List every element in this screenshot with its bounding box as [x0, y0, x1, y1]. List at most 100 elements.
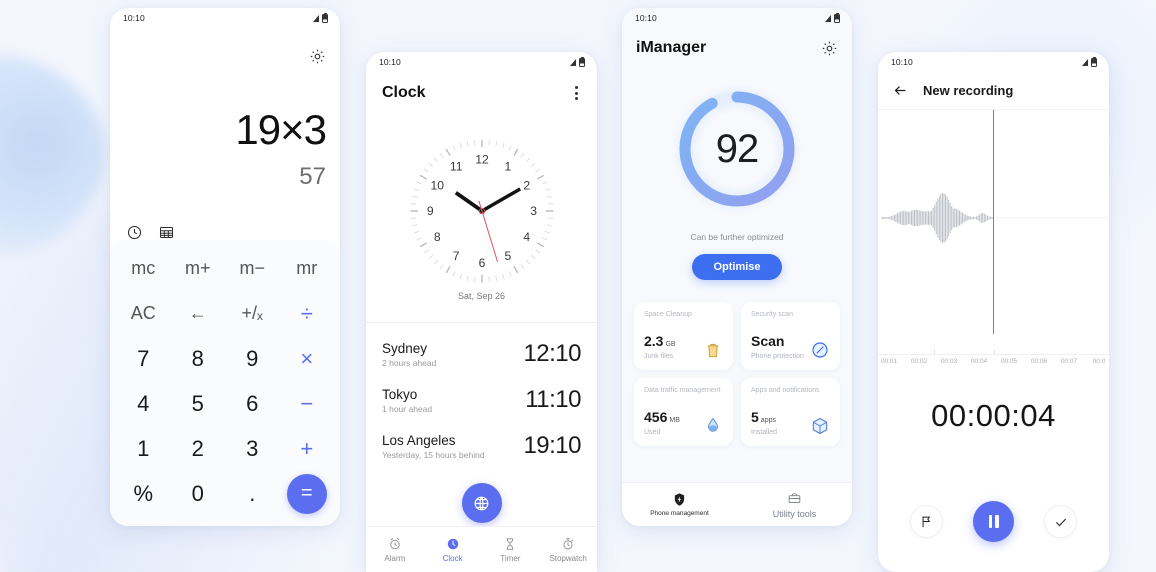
imanager-app-panel: 10:10 iManager 92 Can be further optimiz…: [622, 8, 852, 526]
card-subtitle: Used: [644, 429, 661, 436]
tab-label: Alarm: [384, 553, 406, 563]
calculator-key[interactable]: m−: [225, 246, 280, 291]
card-text: 5 apps Installed: [751, 409, 777, 436]
card-value: Scan: [751, 333, 785, 349]
imanager-card[interactable]: Space Cleanup 2.3 GB Junk files: [634, 302, 733, 370]
clock-tick: [512, 265, 518, 274]
clock-tick: [439, 152, 443, 158]
calculator-key[interactable]: +/ₓ: [225, 291, 280, 336]
calculator-key[interactable]: %: [116, 471, 171, 516]
gear-icon[interactable]: [821, 40, 838, 57]
card-title: Space Cleanup: [644, 311, 692, 318]
clock-tick: [459, 273, 462, 280]
tab-timer[interactable]: Timer: [482, 537, 540, 563]
clock-tick: [546, 195, 552, 198]
tab-phone-management[interactable]: Phone management: [622, 492, 737, 517]
status-time: 10:10: [891, 57, 913, 67]
stopwatch-icon: [563, 537, 574, 549]
calculator-key[interactable]: ×: [280, 336, 335, 381]
world-clock-row[interactable]: Los Angeles Yesterday, 15 hours behind 19:…: [382, 423, 581, 469]
clock-tick: [452, 145, 455, 151]
clock-tick: [466, 275, 469, 281]
clock-tick: [544, 188, 550, 191]
clock-tick: [530, 162, 535, 168]
flag-button[interactable]: [910, 505, 943, 538]
ruler-label: 00:04: [970, 358, 988, 365]
clock-tick: [459, 142, 462, 149]
clock-date: Sat, Sep 26: [457, 291, 506, 301]
done-button[interactable]: [1044, 505, 1077, 538]
imanager-cards: Space Cleanup 2.3 GB Junk files Security sca…: [634, 302, 840, 446]
world-clock-offset: 1 hour ahead: [382, 403, 433, 414]
battery-icon: [834, 12, 840, 23]
imanager-card[interactable]: Security scan Scan Phone protection: [741, 302, 840, 370]
calculator-key[interactable]: m+: [171, 246, 226, 291]
clock-tick: [541, 237, 547, 241]
card-value: 456: [644, 409, 668, 425]
history-clock-icon[interactable]: [126, 224, 143, 241]
flag-icon: [922, 516, 931, 528]
status-time: 10:10: [635, 13, 657, 23]
page-title: iManager: [636, 39, 707, 56]
calculator-key[interactable]: AC: [116, 291, 171, 336]
tab-alarm[interactable]: Alarm: [366, 537, 424, 563]
world-clock-time: 11:10: [525, 386, 581, 413]
status-bar: 10:10: [878, 52, 1109, 72]
back-arrow-icon[interactable]: [892, 82, 909, 99]
equals-button[interactable]: =: [286, 473, 327, 514]
calculator-key[interactable]: −: [280, 381, 335, 426]
world-clock-info: Sydney 2 hours ahead: [382, 341, 436, 368]
calculator-key[interactable]: ÷: [280, 291, 335, 336]
score-value: 92: [715, 126, 760, 171]
pause-button[interactable]: [973, 501, 1014, 542]
calculator-key[interactable]: 0: [171, 471, 226, 516]
tab-label: Stopwatch: [549, 553, 587, 563]
calculator-key[interactable]: .: [225, 471, 280, 516]
calculator-key[interactable]: 7: [116, 336, 171, 381]
status-bar: 10:10: [366, 52, 597, 72]
calculator-keypad-icon[interactable]: [158, 224, 175, 241]
tab-utility-tools[interactable]: Utility tools: [737, 491, 852, 519]
clock-icon: [447, 538, 458, 549]
clock-tick: [547, 217, 553, 219]
gear-icon[interactable]: [309, 48, 326, 65]
tab-stopwatch[interactable]: Stopwatch: [539, 537, 597, 563]
calculator-key[interactable]: 2: [171, 426, 226, 471]
calculator-key[interactable]: 3: [225, 426, 280, 471]
clock-tick: [419, 174, 427, 180]
calculator-key[interactable]: 9: [225, 336, 280, 381]
status-icons: [570, 56, 585, 67]
battery-icon: [322, 12, 328, 23]
calculator-key[interactable]: 4: [116, 381, 171, 426]
card-unit: GB: [665, 341, 676, 348]
world-clock-row[interactable]: Sydney 2 hours ahead 12:10: [382, 331, 581, 377]
clock-tick: [508, 271, 511, 277]
calculator-key[interactable]: 1: [116, 426, 171, 471]
clock-tick: [530, 254, 535, 260]
calculator-key[interactable]: 8: [171, 336, 226, 381]
imanager-header: iManager: [622, 28, 852, 68]
waveform-area[interactable]: 00:01 00:02 00:03 00:04 00:05 00:06 00:07 00:0: [878, 110, 1109, 372]
calculator-key[interactable]: 5: [171, 381, 226, 426]
clock-numeral: 11: [449, 159, 462, 173]
tab-clock[interactable]: Clock: [424, 537, 482, 563]
clock-tick: [541, 181, 547, 185]
playhead-indicator: [993, 110, 994, 334]
imanager-card[interactable]: Data traffic management 456 MB Used: [634, 378, 733, 446]
alarm-icon: [390, 537, 400, 549]
kebab-menu-icon[interactable]: [572, 83, 581, 103]
add-world-clock-button[interactable]: [461, 483, 502, 523]
tab-label: Timer: [500, 553, 521, 563]
optimise-button[interactable]: Optimise: [692, 254, 782, 280]
calculator-key[interactable]: mc: [116, 246, 171, 291]
calculator-key[interactable]: +: [280, 426, 335, 471]
calculator-key[interactable]: ←: [171, 291, 226, 336]
world-clock-row[interactable]: Tokyo 1 hour ahead 11:10: [382, 377, 581, 423]
clock-bottom-tabs: Alarm Clock Timer Stopwatch: [366, 526, 597, 572]
imanager-card[interactable]: Apps and notifications 5 apps Installed: [741, 378, 840, 446]
calculator-key[interactable]: 6: [225, 381, 280, 426]
card-body: 2.3 GB Junk files: [644, 333, 723, 360]
clock-app-panel: 10:10 Clock 12 1 2 3 4 5 6 7 8 9 10 11 Sat, Sep 26 …: [366, 52, 597, 572]
calculator-key[interactable]: mr: [280, 246, 335, 291]
card-value-row: 5 apps: [751, 409, 777, 427]
